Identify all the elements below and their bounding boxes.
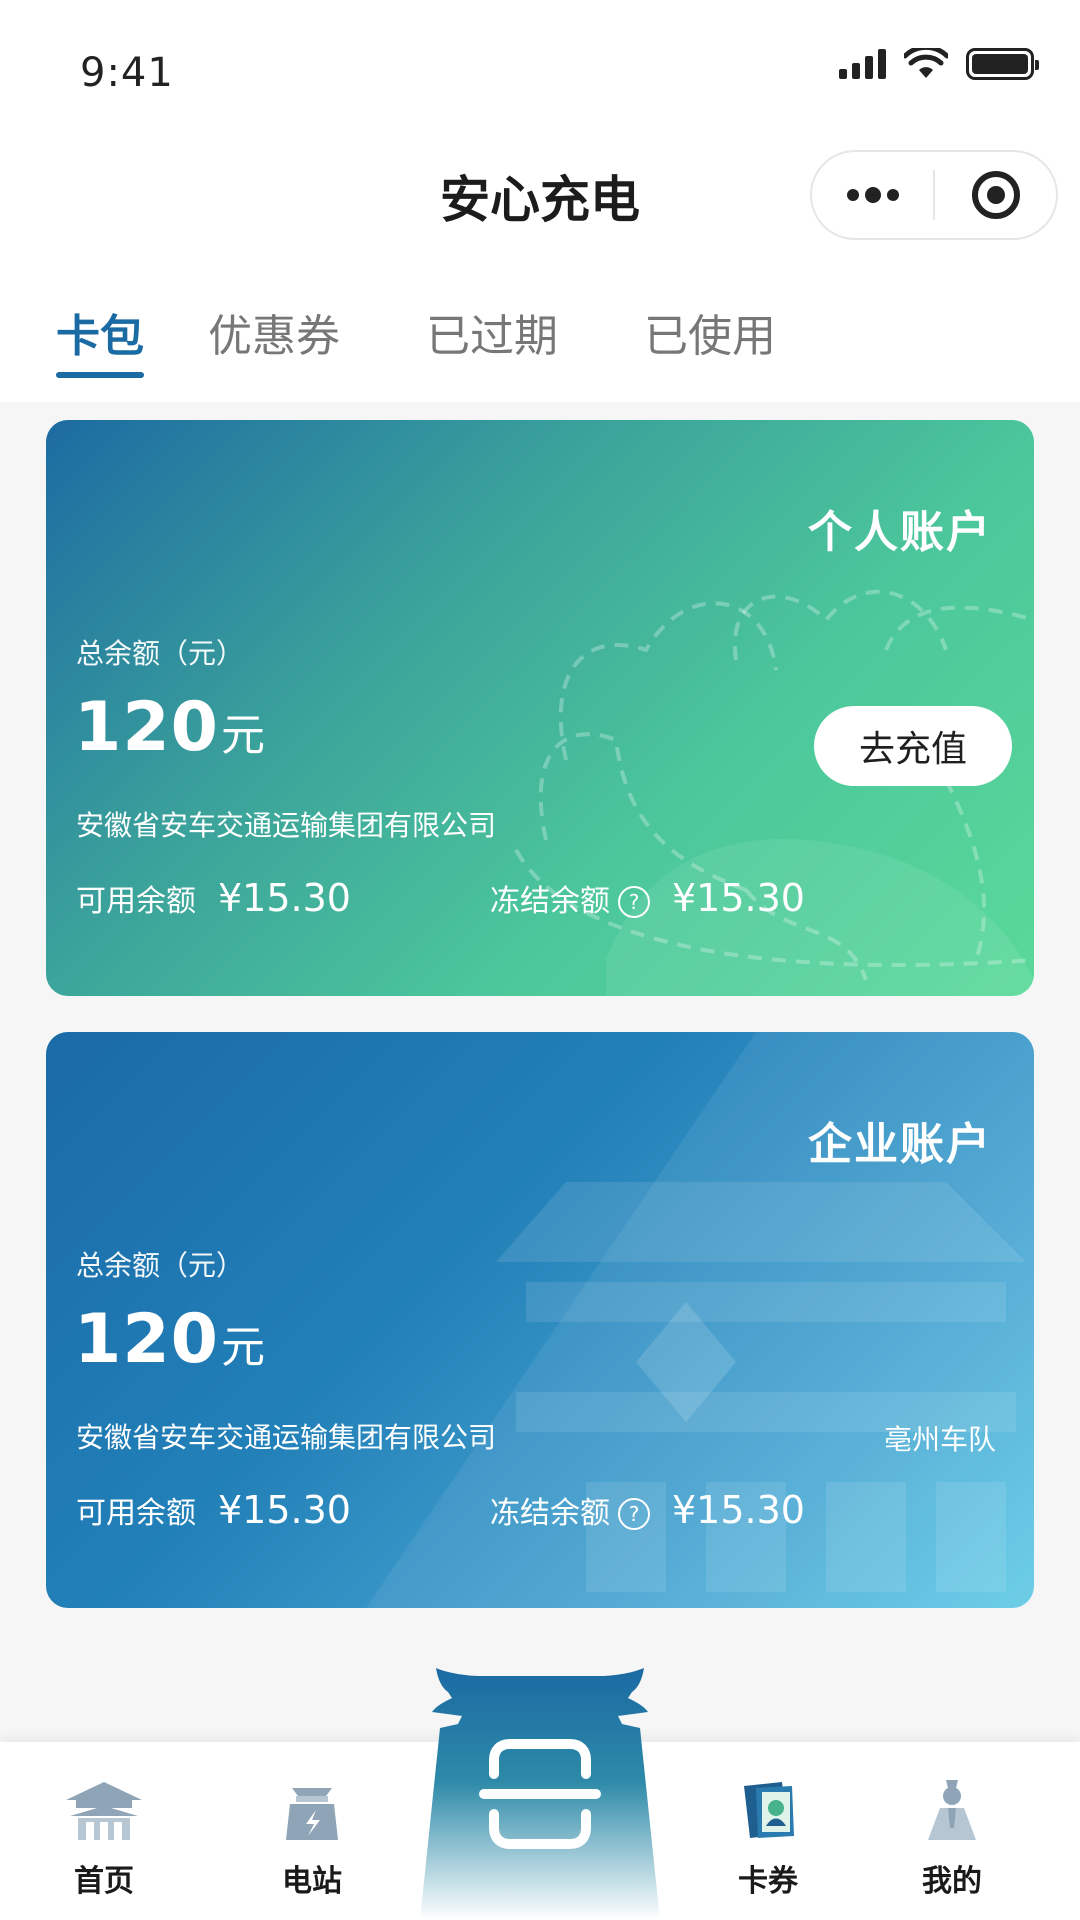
close-miniprogram-button[interactable]: [935, 152, 1056, 238]
available-balance-label: 可用余额: [76, 884, 196, 919]
wifi-icon: [904, 48, 948, 78]
available-balance: 可用余额 ¥15.30: [76, 1488, 351, 1532]
enterprise-account-card[interactable]: 企业账户 总余额（元） 120 元 安徽省安车交通运输集团有限公司 亳州车队 可…: [46, 1032, 1034, 1608]
temple-icon: [66, 1782, 142, 1840]
nav-label-mine: 我的: [922, 1864, 982, 1899]
more-dots-icon: [846, 187, 899, 203]
frozen-balance-value: ¥15.30: [672, 1488, 805, 1532]
total-balance: 120 元: [74, 1300, 265, 1379]
frozen-balance: 冻结余额 ? ¥15.30: [490, 876, 805, 920]
company-name: 安徽省安车交通运输集团有限公司: [76, 1421, 497, 1454]
total-balance-label: 总余额（元）: [76, 1249, 245, 1282]
tab-coupons[interactable]: 优惠券: [208, 300, 340, 364]
account-type-label: 企业账户: [808, 1119, 992, 1170]
personal-account-card[interactable]: 个人账户 总余额（元） 120 元 去充值 安徽省安车交通运输集团有限公司 可用…: [46, 420, 1034, 996]
power-station-icon: [286, 1788, 338, 1840]
fleet-name: 亳州车队: [883, 1423, 996, 1456]
total-balance-value: 120: [74, 1300, 219, 1379]
help-question-icon[interactable]: ?: [618, 886, 650, 918]
total-balance: 120 元: [74, 688, 265, 767]
status-icons: [839, 48, 1039, 80]
nav-label-station: 电站: [282, 1864, 342, 1899]
profile-figure-icon: [928, 1780, 976, 1840]
nav-item-coupons[interactable]: 卡券: [708, 1778, 828, 1900]
available-balance: 可用余额 ¥15.30: [76, 876, 351, 920]
top-header-area: 9:41 安心充电 卡包 优惠券 已过期 已使用: [0, 0, 1080, 402]
total-balance-unit: 元: [220, 1322, 265, 1373]
scan-charge-button[interactable]: [410, 1664, 670, 1920]
frozen-balance: 冻结余额 ? ¥15.30: [490, 1488, 805, 1532]
target-circle-icon: [971, 171, 1020, 219]
frozen-balance-label: 冻结余额: [490, 1496, 610, 1531]
available-balance-label: 可用余额: [76, 1496, 196, 1531]
help-question-icon[interactable]: ?: [618, 1498, 650, 1530]
recharge-button[interactable]: 去充值: [814, 706, 1012, 786]
nav-label-home: 首页: [74, 1864, 134, 1899]
battery-icon: [966, 48, 1039, 80]
miniprogram-capsule: [810, 150, 1058, 240]
tab-expired[interactable]: 已过期: [426, 300, 558, 364]
card-coupon-icon: [744, 1782, 794, 1838]
tab-card-wallet[interactable]: 卡包: [56, 300, 144, 364]
total-balance-unit: 元: [220, 710, 265, 761]
total-balance-label: 总余额（元）: [76, 637, 245, 670]
tab-used[interactable]: 已使用: [644, 300, 776, 364]
nav-item-station[interactable]: 电站: [252, 1778, 372, 1900]
total-balance-value: 120: [74, 688, 219, 767]
available-balance-value: ¥15.30: [218, 1488, 351, 1532]
active-tab-indicator: [56, 372, 144, 378]
signal-icon: [839, 49, 886, 79]
available-balance-value: ¥15.30: [218, 876, 351, 920]
frozen-balance-label: 冻结余额: [490, 884, 610, 919]
company-name: 安徽省安车交通运输集团有限公司: [76, 809, 497, 842]
frozen-balance-value: ¥15.30: [672, 876, 805, 920]
more-options-button[interactable]: [812, 152, 933, 238]
nav-label-coupons: 卡券: [738, 1864, 798, 1899]
nav-item-home[interactable]: 首页: [44, 1778, 164, 1900]
nav-item-mine[interactable]: 我的: [892, 1778, 1012, 1900]
status-time: 9:41: [80, 50, 174, 96]
account-type-label: 个人账户: [808, 507, 992, 558]
